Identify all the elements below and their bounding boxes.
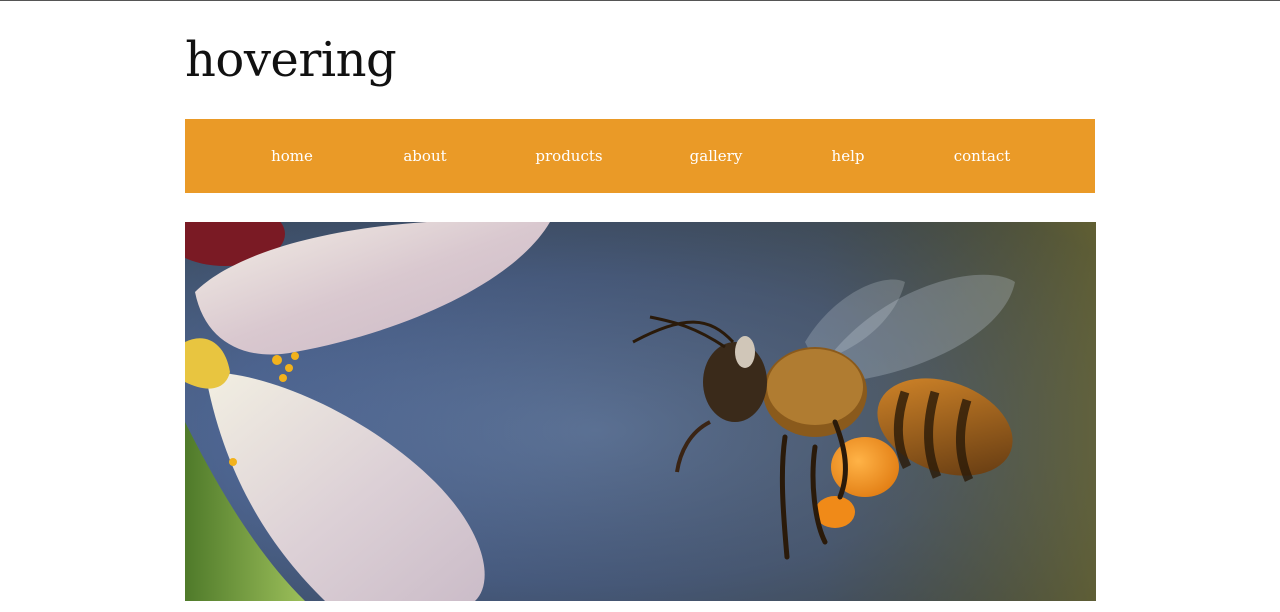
nav-item-help[interactable]: help bbox=[832, 119, 865, 193]
nav-item-home[interactable]: home bbox=[271, 119, 313, 193]
hero-image bbox=[185, 222, 1096, 601]
site-title[interactable]: hovering bbox=[185, 30, 397, 90]
bee-photo-illustration bbox=[185, 222, 1096, 601]
nav-item-about[interactable]: about bbox=[403, 119, 446, 193]
main-navigation: home about products gallery help contact bbox=[185, 119, 1095, 193]
nav-item-gallery[interactable]: gallery bbox=[690, 119, 743, 193]
nav-item-contact[interactable]: contact bbox=[954, 119, 1011, 193]
top-border-line bbox=[0, 0, 1280, 1]
nav-item-products[interactable]: products bbox=[535, 119, 602, 193]
